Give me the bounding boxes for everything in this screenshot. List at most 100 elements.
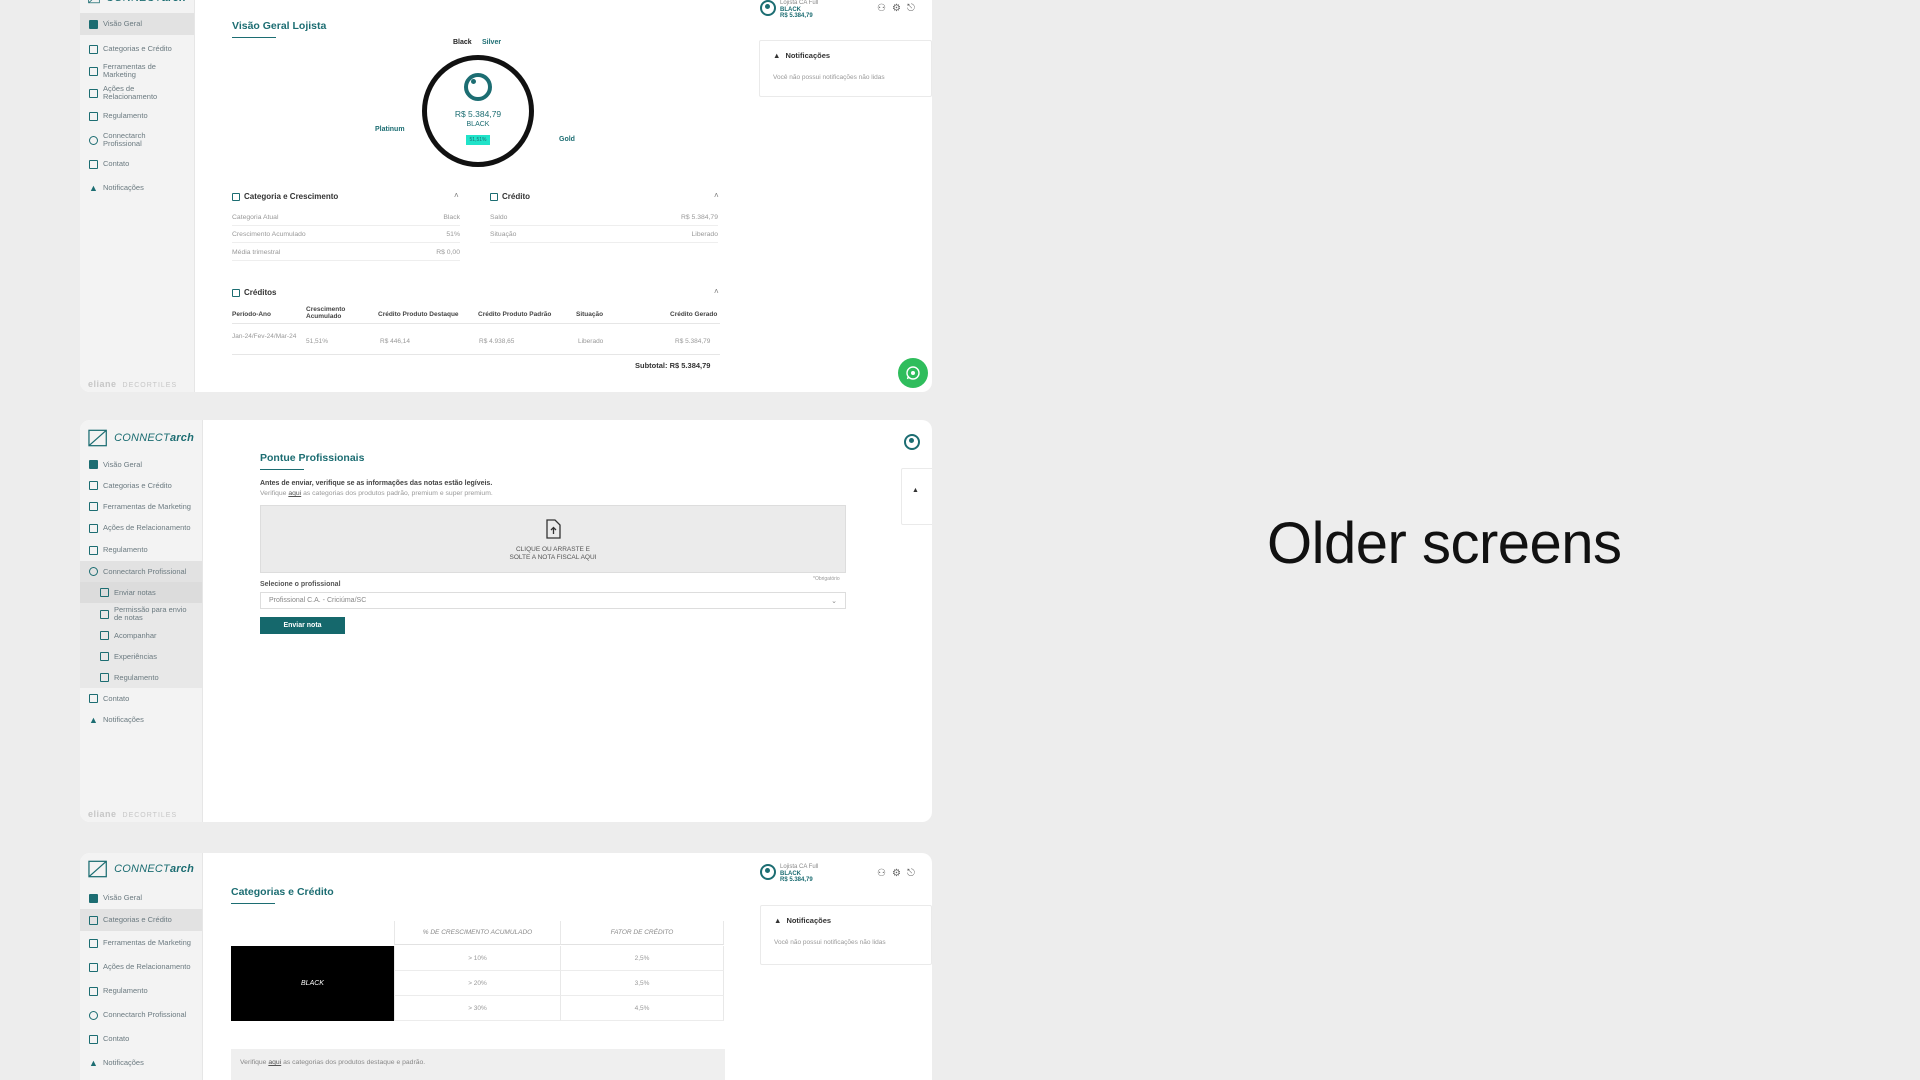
info-link[interactable]: aqui <box>288 490 301 497</box>
nav-item-marketing[interactable]: Ferramentas de Marketing <box>80 496 202 517</box>
add-user-icon[interactable]: ⚇ <box>877 3 886 14</box>
page-title: Categorias e Crédito <box>231 886 334 904</box>
info-prefix: Verifique <box>260 490 287 497</box>
bell-icon: ▲ <box>773 51 781 60</box>
logout-icon[interactable]: ⎋ <box>907 3 915 14</box>
top-actions: ⚇ ⚙ ⎋ <box>877 868 915 879</box>
notifications-panel: ▲ Notificações Você não possui notificaçõ… <box>760 905 932 965</box>
subnav-send-notes[interactable]: Enviar notas <box>80 582 202 603</box>
handshake-icon <box>89 523 98 533</box>
info-link[interactable]: aqui <box>268 1059 281 1066</box>
subtotal: Subtotal: R$ 5.384,79 <box>635 361 710 370</box>
nav-item-relationship[interactable]: Ações de Relacionamento <box>80 955 202 979</box>
nav-label: Categorias e Crédito <box>103 480 172 490</box>
nav-item-professional[interactable]: Connectarch Profissional <box>80 561 202 582</box>
kv-label: Situação <box>490 231 517 238</box>
collapse-caret-icon[interactable]: ˄ <box>454 191 459 200</box>
subnav-permission[interactable]: Permissão para envio de notas <box>80 603 202 625</box>
dropzone-line: CLIQUE OU ARRASTE E <box>515 546 591 553</box>
table-header: Situação <box>576 311 604 318</box>
handshake-icon <box>89 88 98 98</box>
collapse-caret-icon[interactable]: ˄ <box>714 191 719 200</box>
nav-item-contact[interactable]: Contato <box>80 152 194 176</box>
kv-row: Situação Liberado <box>490 231 718 243</box>
nav-item-notifications[interactable]: ▲ Notificações <box>80 176 194 200</box>
chart-icon <box>89 44 98 54</box>
chart-icon <box>89 481 98 490</box>
logo-suffix: arch <box>169 863 194 875</box>
collapse-caret-icon[interactable]: ˄ <box>714 287 719 296</box>
table-cell: 3,5% <box>560 971 724 996</box>
nav-item-regulation[interactable]: Regulamento <box>80 104 194 128</box>
dropzone-line: SOLTE A NOTA FISCAL AQUI <box>509 553 597 561</box>
subnav-regulation[interactable]: Regulamento <box>80 667 202 688</box>
nav-label: Connectarch Profissional <box>103 131 146 148</box>
brand-secondary: DECORTILES <box>122 812 178 819</box>
subnav-track[interactable]: Acompanhar <box>80 625 202 646</box>
logo-mark-icon <box>88 429 107 447</box>
nav-label: Regulamento <box>114 672 159 682</box>
table-cell: R$ 4.938,65 <box>479 338 515 345</box>
nav-label: Connectarch Profissional <box>103 566 187 576</box>
nav-item-notifications[interactable]: ▲ Notificações <box>80 1051 202 1075</box>
dashboard-icon <box>89 19 98 29</box>
gear-icon[interactable]: ⚙ <box>892 3 901 14</box>
user-menu[interactable]: Lojista CA Full BLACK R$ 5.384,79 <box>760 864 818 884</box>
send-note-button[interactable]: Enviar nota <box>260 617 345 634</box>
avatar-icon <box>760 864 776 880</box>
nav-item-overview[interactable]: Visão Geral <box>80 887 202 909</box>
nav-item-categories[interactable]: Categorias e Crédito <box>80 38 194 60</box>
table-cell: > 10% <box>394 946 560 971</box>
section-credits: Créditos <box>232 288 276 297</box>
user-amount: R$ 5.384,79 <box>780 13 813 19</box>
kv-label: Crescimento Acumulado <box>232 231 306 238</box>
nav-item-regulation[interactable]: Regulamento <box>80 539 202 561</box>
table-header: % DE CRESCIMENTO ACUMULADO <box>394 921 560 945</box>
user-menu[interactable]: Lojista CA Full BLACK R$ 5.384,79 <box>760 0 818 20</box>
nav-item-categories[interactable]: Categorias e Crédito <box>80 475 202 496</box>
nav-item-notifications[interactable]: ▲ Notificações <box>80 709 202 731</box>
brand-secondary: DECORTILES <box>122 382 178 389</box>
nav-item-professional[interactable]: Connectarch Profissional <box>80 128 194 152</box>
nav-item-contact[interactable]: Contato <box>80 1027 202 1051</box>
brand-footer: eliane DECORTILES <box>88 379 177 389</box>
nav-item-overview[interactable]: Visão Geral <box>80 13 194 35</box>
subnav-experiences[interactable]: Experiências <box>80 646 202 667</box>
cart-icon <box>89 938 98 948</box>
nav-item-relationship[interactable]: Ações de Relacionamento <box>80 82 194 104</box>
professional-select[interactable]: Profissional C.A. - Criciúma/SC ⌄ <box>260 592 846 609</box>
nav-label: Notificações <box>103 715 144 725</box>
logout-icon[interactable]: ⎋ <box>907 868 915 879</box>
nav-item-professional[interactable]: Connectarch Profissional <box>80 1003 202 1027</box>
gear-icon[interactable]: ⚙ <box>892 868 901 879</box>
brand-main: eliane <box>88 379 117 389</box>
nav-label: Regulamento <box>103 111 148 121</box>
kv-value: 51% <box>446 231 460 238</box>
table-header: Crédito Produto Padrão <box>478 311 552 318</box>
nav-item-marketing[interactable]: Ferramentas de Marketing <box>80 931 202 955</box>
nav-item-relationship[interactable]: Ações de Relacionamento <box>80 517 202 539</box>
nav-item-contact[interactable]: Contato <box>80 688 202 709</box>
user-name: Lojista CA Full <box>780 864 819 870</box>
table-cell: 4,5% <box>560 996 724 1021</box>
logo-prefix: CONNECT <box>114 432 170 444</box>
user-info: Lojista CA Full BLACK R$ 5.384,79 <box>780 0 818 20</box>
chevron-down-icon: ⌄ <box>831 598 837 605</box>
cart-icon <box>89 502 98 511</box>
avatar-icon <box>464 73 492 101</box>
nav-item-categories[interactable]: Categorias e Crédito <box>80 909 202 931</box>
whatsapp-button[interactable] <box>898 358 928 388</box>
nav-label: Categorias e Crédito <box>103 915 172 925</box>
table-cell: 51,51% <box>306 338 329 345</box>
add-user-icon[interactable]: ⚇ <box>877 868 886 879</box>
invoice-dropzone[interactable]: CLIQUE OU ARRASTE E SOLTE A NOTA FISCAL A… <box>260 505 846 573</box>
nav-item-regulation[interactable]: Regulamento <box>80 979 202 1003</box>
nav-item-overview[interactable]: Visão Geral <box>80 454 202 475</box>
cart-icon <box>89 66 98 76</box>
table-cell: 2,5% <box>560 946 724 971</box>
screen-overview: CONNECTarch Visão Geral Categorias e Cré… <box>80 0 932 392</box>
nav-item-marketing[interactable]: Ferramentas de Marketing <box>80 60 194 82</box>
brand-main: eliane <box>88 809 117 819</box>
avatar-icon[interactable] <box>904 434 920 450</box>
logo-prefix: CONNECT <box>106 0 162 4</box>
